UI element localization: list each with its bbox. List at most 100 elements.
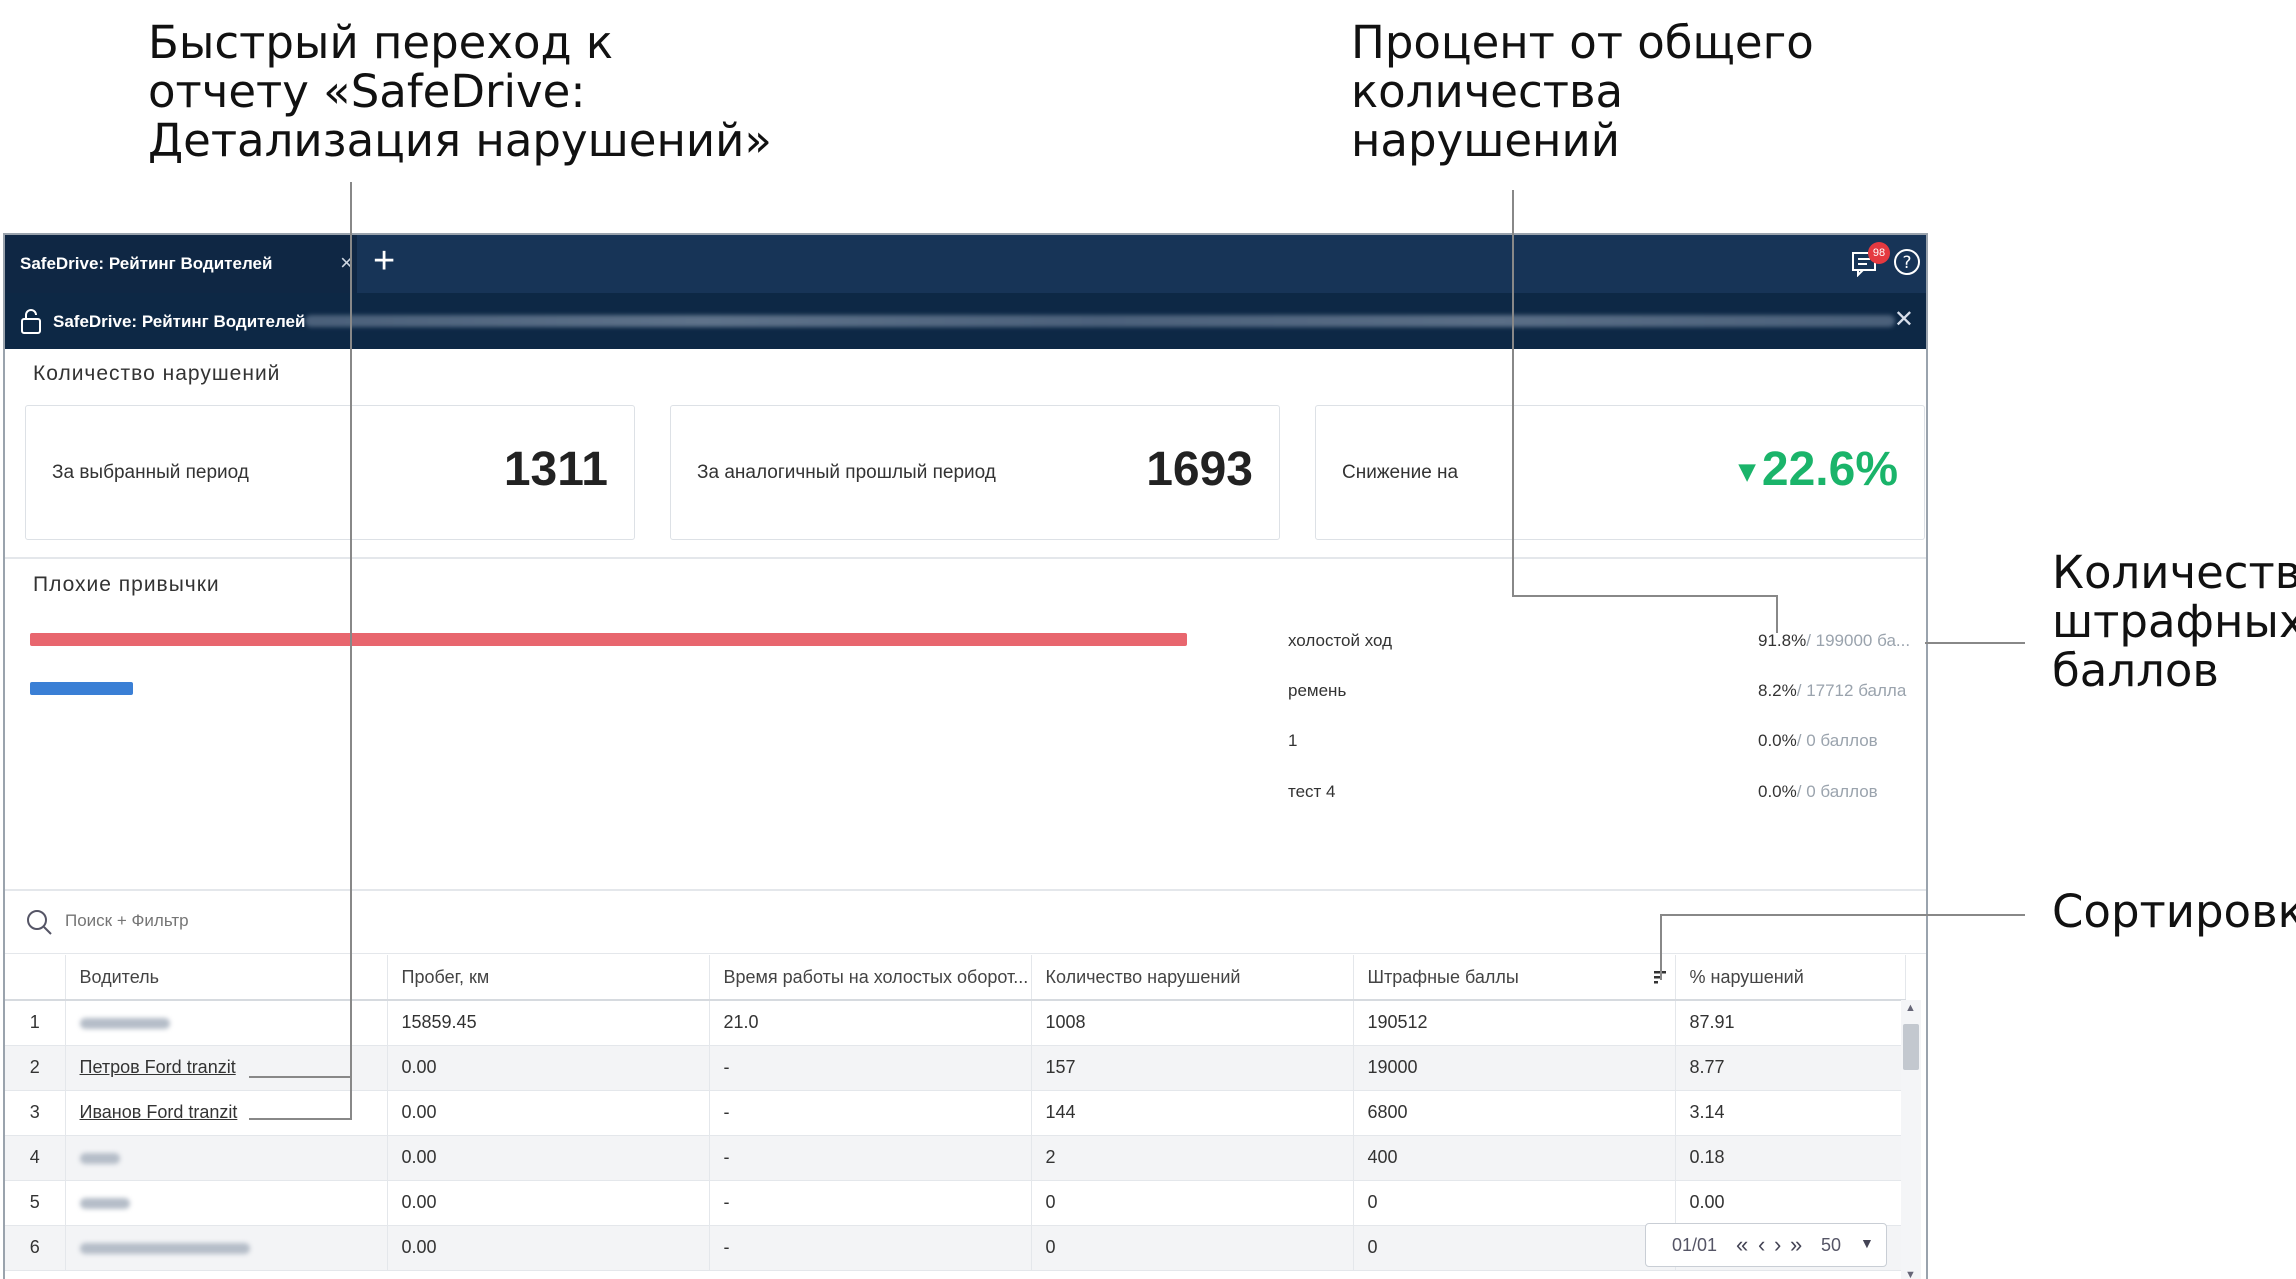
leader-line xyxy=(1660,914,2025,916)
habit-points: / 0 баллов xyxy=(1796,782,1878,801)
col-header-percent[interactable]: % нарушений xyxy=(1675,955,1906,1001)
cell-driver[interactable]: Иванов Ford tranzit xyxy=(65,1090,388,1136)
cell-count: 2 xyxy=(1031,1135,1354,1181)
cell-count: 157 xyxy=(1031,1045,1354,1091)
notifications-badge: 98 xyxy=(1868,242,1890,264)
down-arrow-icon: ▼ xyxy=(1732,455,1762,489)
cell-count: 144 xyxy=(1031,1090,1354,1136)
habit-pct: 91.8% xyxy=(1758,631,1807,650)
cell-count: 0 xyxy=(1031,1180,1354,1226)
prev-page-icon[interactable]: ‹ xyxy=(1758,1232,1765,1258)
card-decrease: Снижение на ▼22.6% xyxy=(1315,405,1925,540)
pagination: 01/01 « ‹ › » 50 ▼ xyxy=(1645,1223,1887,1267)
leader-line xyxy=(1512,595,1778,597)
cell-index: 6 xyxy=(5,1225,66,1271)
table-scrollbar[interactable]: ▲ ▼ xyxy=(1901,1000,1921,1279)
card-selected-period: За выбранный период 1311 xyxy=(25,405,635,540)
card-label: За выбранный период xyxy=(52,462,249,483)
search-input[interactable] xyxy=(65,906,465,936)
drivers-table: Водитель Пробег, км Время работы на холо… xyxy=(5,955,1906,1271)
table-row[interactable]: 4 0.00-2 400 0.18 xyxy=(5,1135,1906,1181)
habit-name: холостой ход xyxy=(1288,631,1393,650)
cell-mileage: 0.00 xyxy=(387,1090,710,1136)
cell-idle: - xyxy=(709,1225,1032,1271)
search-bar[interactable] xyxy=(5,888,1926,954)
cell-points: 6800 xyxy=(1353,1090,1676,1136)
page-size-dropdown-icon[interactable]: ▼ xyxy=(1860,1235,1874,1251)
search-icon xyxy=(25,908,53,941)
habit-bar-idle xyxy=(30,633,1187,646)
habit-share: 8.2%/ 17712 балла xyxy=(1758,681,1906,701)
habit-share: 0.0%/ 0 баллов xyxy=(1758,782,1878,802)
habit-name: ремень xyxy=(1288,681,1347,700)
habit-bar-belt xyxy=(30,682,133,695)
add-tab-button[interactable]: + xyxy=(373,241,395,281)
cell-mileage: 0.00 xyxy=(387,1045,710,1091)
cell-idle: - xyxy=(709,1135,1032,1181)
cell-driver[interactable] xyxy=(65,1135,388,1181)
decrease-value: 22.6% xyxy=(1761,443,1898,496)
cell-driver[interactable] xyxy=(65,1000,388,1046)
notifications-icon[interactable]: 98 xyxy=(1850,242,1890,281)
card-previous-period: За аналогичный прошлый период 1693 xyxy=(670,405,1280,540)
col-header-mileage[interactable]: Пробег, км xyxy=(387,955,710,1001)
leader-line xyxy=(1776,595,1778,633)
driver-name-blurred xyxy=(79,1152,120,1164)
report-header: SafeDrive: Рейтинг Водителей ✕ xyxy=(5,293,1926,349)
cell-points: 0 xyxy=(1353,1225,1676,1271)
cell-idle: - xyxy=(709,1180,1032,1226)
table-row[interactable]: 6 0.00-0 0 xyxy=(5,1225,1906,1271)
card-label: За аналогичный прошлый период xyxy=(697,462,996,483)
cell-driver[interactable] xyxy=(65,1180,388,1226)
col-header-violations[interactable]: Количество нарушений xyxy=(1031,955,1354,1001)
cell-idle: 21.0 xyxy=(709,1000,1032,1046)
driver-name-blurred xyxy=(79,1242,250,1254)
table-row[interactable]: 1 15859.45 21.0 1008 190512 87.91 xyxy=(5,1000,1906,1046)
scroll-up-icon[interactable]: ▲ xyxy=(1905,1002,1916,1014)
next-page-icon[interactable]: › xyxy=(1774,1232,1781,1258)
cell-count: 0 xyxy=(1031,1225,1354,1271)
cell-index: 2 xyxy=(5,1045,66,1091)
table-row[interactable]: 2 Петров Ford tranzit 0.00-157 19000 8.77 xyxy=(5,1045,1906,1091)
scroll-down-icon[interactable]: ▼ xyxy=(1905,1269,1916,1279)
cell-idle: - xyxy=(709,1090,1032,1136)
report-close-icon[interactable]: ✕ xyxy=(1894,305,1914,334)
col-header-idle-time[interactable]: Время работы на холостых оборот... xyxy=(709,955,1032,1001)
table-row[interactable]: 3 Иванов Ford tranzit 0.00-144 6800 3.14 xyxy=(5,1090,1906,1136)
habit-name: тест 4 xyxy=(1288,782,1336,801)
tab-safedrive-rating[interactable]: SafeDrive: Рейтинг Водителей × xyxy=(5,235,357,293)
table-row[interactable]: 5 0.00-0 0 0.00 xyxy=(5,1180,1906,1226)
cell-points: 400 xyxy=(1353,1135,1676,1181)
last-page-icon[interactable]: » xyxy=(1790,1232,1802,1258)
divider xyxy=(5,557,1926,559)
driver-link[interactable]: Петров Ford tranzit xyxy=(80,1057,236,1077)
habit-share: 91.8%/ 199000 ба... xyxy=(1758,631,1910,651)
col-header-index xyxy=(5,955,66,1001)
scrollbar-thumb[interactable] xyxy=(1903,1024,1919,1070)
leader-line xyxy=(249,1076,351,1078)
cell-index: 4 xyxy=(5,1135,66,1181)
leader-line xyxy=(249,1118,351,1120)
lock-icon[interactable] xyxy=(19,307,43,340)
driver-link[interactable]: Иванов Ford tranzit xyxy=(80,1102,238,1122)
col-header-penalty[interactable]: Штрафные баллы xyxy=(1353,955,1676,1001)
page-size-value[interactable]: 50 xyxy=(1821,1235,1841,1256)
card-value: 1311 xyxy=(503,443,608,496)
cell-mileage: 0.00 xyxy=(387,1180,710,1226)
cell-driver[interactable]: Петров Ford tranzit xyxy=(65,1045,388,1091)
svg-text:?: ? xyxy=(1902,253,1911,273)
habit-points: / 0 баллов xyxy=(1796,731,1878,750)
cell-pct: 0.18 xyxy=(1675,1135,1906,1181)
leader-line xyxy=(1512,190,1514,596)
first-page-icon[interactable]: « xyxy=(1736,1232,1748,1258)
leader-line xyxy=(1660,914,1662,980)
help-icon[interactable]: ? xyxy=(1892,247,1922,277)
habit-name: 1 xyxy=(1288,731,1298,750)
cell-index: 5 xyxy=(5,1180,66,1226)
col-header-driver[interactable]: Водитель xyxy=(65,955,388,1001)
page-indicator: 01/01 xyxy=(1672,1235,1718,1255)
violations-section-title: Количество нарушений xyxy=(33,362,281,385)
cell-driver[interactable] xyxy=(65,1225,388,1271)
cell-mileage: 15859.45 xyxy=(387,1000,710,1046)
cell-pct: 87.91 xyxy=(1675,1000,1906,1046)
